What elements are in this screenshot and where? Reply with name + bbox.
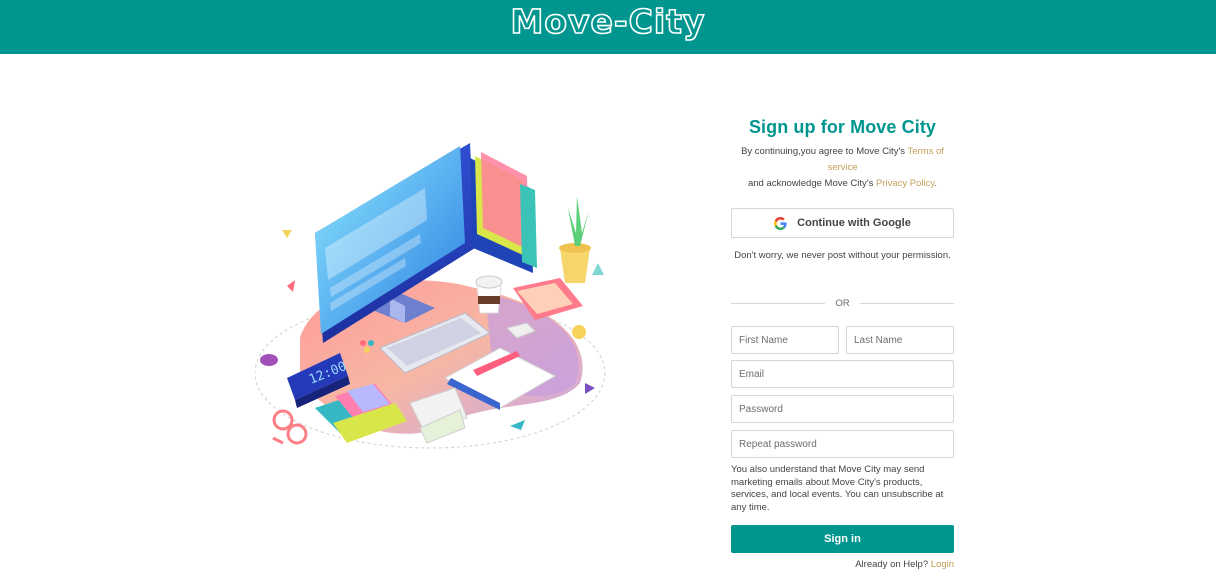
already-text: Already on Help?	[855, 559, 931, 570]
login-prompt: Already on Help? Login	[731, 559, 954, 570]
marketing-notice: You also understand that Move City may s…	[731, 464, 944, 513]
workspace-illustration: 12:00	[255, 143, 606, 449]
email-input[interactable]	[731, 360, 954, 388]
repeat-password-input[interactable]	[731, 430, 954, 458]
or-divider: OR	[731, 296, 954, 310]
last-name-input[interactable]	[846, 326, 954, 354]
google-note: Don't worry, we never post without your …	[734, 250, 951, 261]
header-bar: Move-City	[0, 0, 1216, 54]
first-name-input[interactable]	[731, 326, 839, 354]
google-button-label: Continue with Google	[797, 217, 911, 229]
or-label: OR	[835, 297, 850, 309]
terms-text: By continuing,you agree to Move City's T…	[731, 144, 954, 192]
signup-form: Sign up for Move City By continuing,you …	[731, 112, 954, 570]
page-title: Sign up for Move City	[748, 117, 937, 137]
terms-prefix: By continuing,you agree to Move City's	[741, 146, 908, 157]
continue-with-google-button[interactable]: Continue with Google	[731, 208, 954, 238]
terms-middle: and acknowledge Move City's	[747, 178, 876, 189]
privacy-policy-link[interactable]: Privacy Policy	[876, 178, 934, 189]
google-g-icon	[774, 216, 787, 230]
divider-line-left	[731, 302, 826, 304]
divider-line-right	[859, 302, 954, 304]
password-input[interactable]	[731, 395, 954, 423]
login-link[interactable]: Login	[931, 559, 954, 570]
sign-in-button[interactable]: Sign in	[731, 525, 954, 553]
terms-suffix: .	[934, 178, 938, 189]
logo[interactable]: Move-City	[0, 1, 1216, 42]
